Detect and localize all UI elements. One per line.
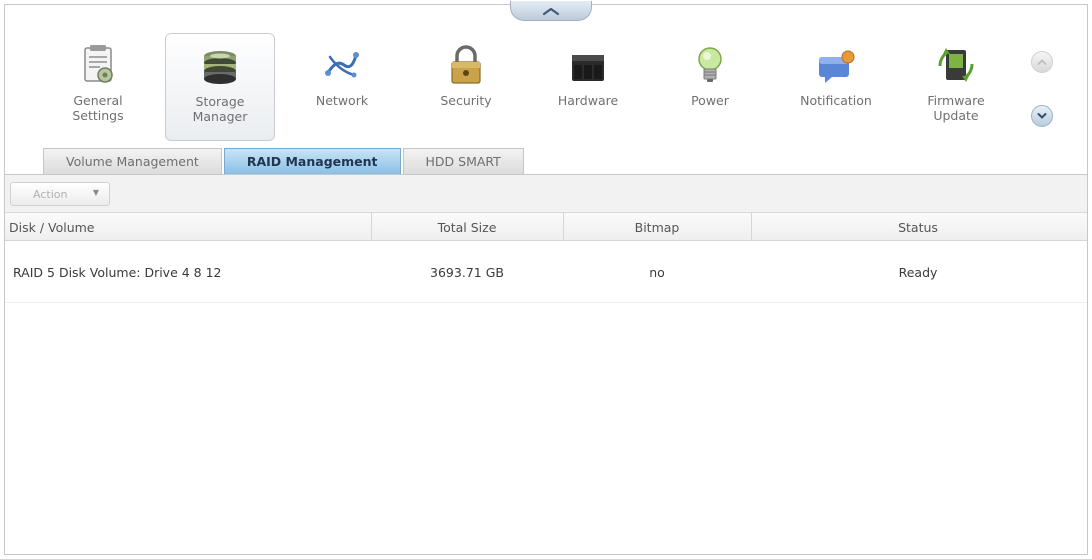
- general-settings-icon: [76, 43, 120, 87]
- network-icon: [320, 43, 364, 87]
- action-bar: Action ▼: [5, 175, 1087, 213]
- firmware-update-icon: [934, 43, 978, 87]
- toolbar-item-label: Storage Manager: [192, 94, 248, 124]
- toolbar-item-label: Notification: [800, 93, 872, 108]
- cell-total-size: 3693.71 GB: [430, 264, 504, 280]
- toolbar-item-general-settings[interactable]: General Settings: [43, 31, 153, 141]
- column-header-total-size[interactable]: Total Size: [371, 213, 563, 241]
- toolbar-item-label: General Settings: [72, 93, 124, 123]
- toolbar-item-label: Security: [440, 93, 492, 108]
- control-panel-toolbar: General Settings Storage Manager Network…: [5, 5, 1087, 145]
- toolbar-scroll-down-button[interactable]: [1031, 105, 1053, 127]
- toolbar-item-label: Hardware: [557, 93, 619, 108]
- grid-header: Disk / Volume Total Size Bitmap Status: [5, 213, 1087, 241]
- toolbar-scroll-up-button[interactable]: [1031, 51, 1053, 73]
- cell-disk-volume: RAID 5 Disk Volume: Drive 4 8 12: [13, 264, 222, 280]
- tab-raid-management[interactable]: RAID Management: [223, 148, 401, 174]
- toolbar-item-storage-manager[interactable]: Storage Manager: [165, 33, 275, 141]
- chevron-down-icon: [1037, 113, 1047, 119]
- toolbar-item-security[interactable]: Security: [411, 31, 521, 141]
- action-label: Action: [33, 187, 68, 201]
- storage-manager-tabs: Volume Management RAID Management HDD SM…: [43, 148, 524, 174]
- chevron-up-icon: [1037, 59, 1047, 65]
- action-dropdown-button[interactable]: Action ▼: [10, 182, 110, 206]
- padlock-icon: [444, 43, 488, 87]
- toolbar-item-label: Firmware Update: [927, 93, 985, 123]
- toolbar-item-notification[interactable]: Notification: [781, 31, 891, 141]
- cell-bitmap: no: [649, 264, 665, 280]
- storage-manager-window: General Settings Storage Manager Network…: [4, 1, 1088, 555]
- column-header-bitmap[interactable]: Bitmap: [563, 213, 751, 241]
- column-header-status[interactable]: Status: [751, 213, 1085, 241]
- tab-hdd-smart[interactable]: HDD SMART: [402, 148, 524, 174]
- storage-manager-icon: [198, 44, 242, 88]
- caret-down-icon: ▼: [92, 188, 99, 197]
- toolbar-item-hardware[interactable]: Hardware: [533, 31, 643, 141]
- toolbar-item-label: Power: [691, 93, 729, 108]
- cell-status: Ready: [898, 264, 938, 280]
- toolbar-item-label: Network: [315, 93, 369, 108]
- table-row[interactable]: RAID 5 Disk Volume: Drive 4 8 12 3693.71…: [5, 241, 1087, 303]
- toolbar-item-firmware-update[interactable]: Firmware Update: [901, 31, 1011, 141]
- notification-icon: [814, 43, 858, 87]
- hardware-icon: [566, 43, 610, 87]
- toolbar-item-power[interactable]: Power: [655, 31, 765, 141]
- lightbulb-icon: [688, 43, 732, 87]
- tab-volume-management[interactable]: Volume Management: [43, 148, 222, 174]
- toolbar-item-network[interactable]: Network: [287, 31, 397, 141]
- column-header-disk-volume[interactable]: Disk / Volume: [9, 213, 371, 241]
